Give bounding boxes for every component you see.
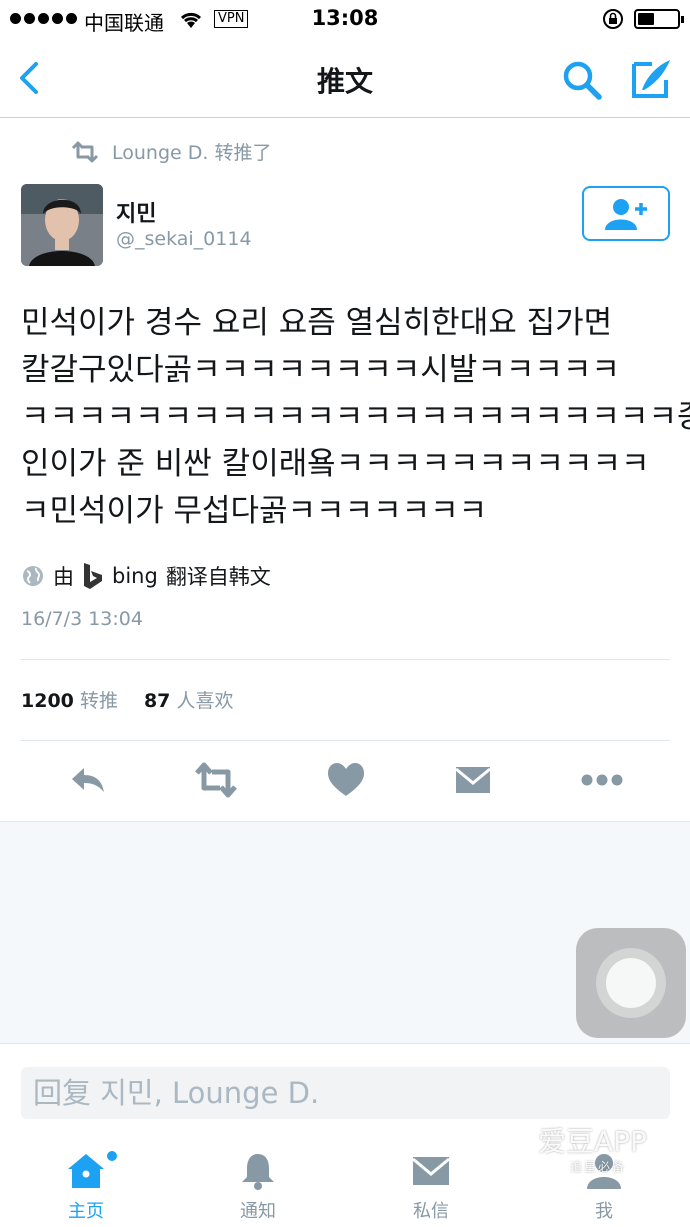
home-icon xyxy=(68,1154,104,1188)
tweet-text-line: 인이가 준 비싼 칼이래욬ㅋㅋㅋㅋㅋㅋㅋㅋㅋㅋㅋ xyxy=(21,446,650,482)
battery-icon xyxy=(634,9,684,29)
tab-home-label: 主页 xyxy=(68,1201,104,1222)
direct-message-icon[interactable] xyxy=(454,760,492,800)
likes-label: 人喜欢 xyxy=(176,690,234,712)
watermark-title: 爱豆APP xyxy=(538,1125,647,1158)
clock: 13:08 xyxy=(311,6,379,30)
navigation-bar: 推文 xyxy=(0,40,690,118)
watermark: 爱豆APP 追星必备 xyxy=(538,1120,658,1175)
add-user-icon xyxy=(605,198,647,230)
bell-icon xyxy=(242,1154,274,1190)
translation-brand: bing xyxy=(112,564,158,588)
translation-prefix: 由 xyxy=(53,565,74,589)
tweet-timestamp: 16/7/3 13:04 xyxy=(21,608,143,630)
tab-home[interactable]: 主页 xyxy=(0,1137,172,1227)
tab-notifications[interactable]: 通知 xyxy=(172,1137,344,1227)
tweet-text-line: 칼갈구있다곩ㅋㅋㅋㅋㅋㅋㅋㅋ시발ㅋㅋㅋㅋㅋ xyxy=(21,352,620,388)
retweets-label: 转推 xyxy=(79,690,118,712)
retweet-icon[interactable] xyxy=(194,760,238,800)
avatar[interactable] xyxy=(21,184,103,266)
author-name[interactable]: 지민 xyxy=(116,196,156,228)
retweet-context-text: Lounge D. 转推了 xyxy=(112,142,272,164)
like-heart-icon[interactable] xyxy=(326,760,366,800)
tab-messages-label: 私信 xyxy=(413,1201,449,1222)
rotation-lock-icon xyxy=(603,9,623,29)
tweet-text-line: ㅋ민석이가 무섭다곩ㅋㅋㅋㅋㅋㅋㅋ xyxy=(21,493,488,529)
notification-dot xyxy=(107,1151,117,1161)
retweets-count: 1200 xyxy=(21,690,74,712)
compose-icon[interactable] xyxy=(628,56,674,102)
tweet-text-line: ㅋㅋㅋㅋㅋㅋㅋㅋㅋㅋㅋㅋㅋㅋㅋㅋㅋㅋㅋㅋㅋㅋㅋ종 xyxy=(21,399,690,435)
translation-suffix: 翻译自韩文 xyxy=(165,565,271,589)
tab-me-label: 我 xyxy=(595,1201,613,1222)
status-bar: 中国联通 VPN 13:08 xyxy=(0,0,690,40)
likes-stat[interactable]: 87 人喜欢 xyxy=(144,686,234,713)
envelope-icon xyxy=(412,1157,450,1185)
tweet-text-line: 민석이가 경수 요리 요즘 열심히한대요 집가면 xyxy=(21,305,613,341)
translation-credit[interactable]: 由 bing 翻译自韩文 xyxy=(21,561,271,591)
tweet-stats: 1200 转推 87 人喜欢 xyxy=(21,686,233,713)
reply-icon[interactable] xyxy=(68,760,108,800)
likes-count: 87 xyxy=(143,690,171,712)
more-options-icon[interactable] xyxy=(580,760,624,800)
tab-notifications-label: 通知 xyxy=(240,1201,276,1222)
tweet-actions xyxy=(0,752,690,810)
retweet-context: Lounge D. 转推了 xyxy=(70,138,271,165)
author-handle[interactable]: @_sekai_0114 xyxy=(116,228,252,250)
assistive-touch-button[interactable] xyxy=(576,928,686,1038)
retweets-stat[interactable]: 1200 转推 xyxy=(21,686,118,713)
follow-button[interactable] xyxy=(582,186,670,241)
retweet-icon xyxy=(71,141,99,162)
tweet-text: 민석이가 경수 요리 요즘 열심히한대요 집가면 칼갈구있다곩ㅋㅋㅋㅋㅋㅋㅋㅋ시… xyxy=(21,300,690,535)
divider xyxy=(21,740,670,741)
tab-messages[interactable]: 私信 xyxy=(345,1137,517,1227)
bing-logo-icon xyxy=(84,563,102,589)
globe-icon xyxy=(23,566,43,586)
search-icon[interactable] xyxy=(560,58,604,102)
watermark-subtitle: 追星必备 xyxy=(569,1160,626,1174)
divider xyxy=(21,659,670,660)
reply-input[interactable] xyxy=(21,1067,670,1119)
